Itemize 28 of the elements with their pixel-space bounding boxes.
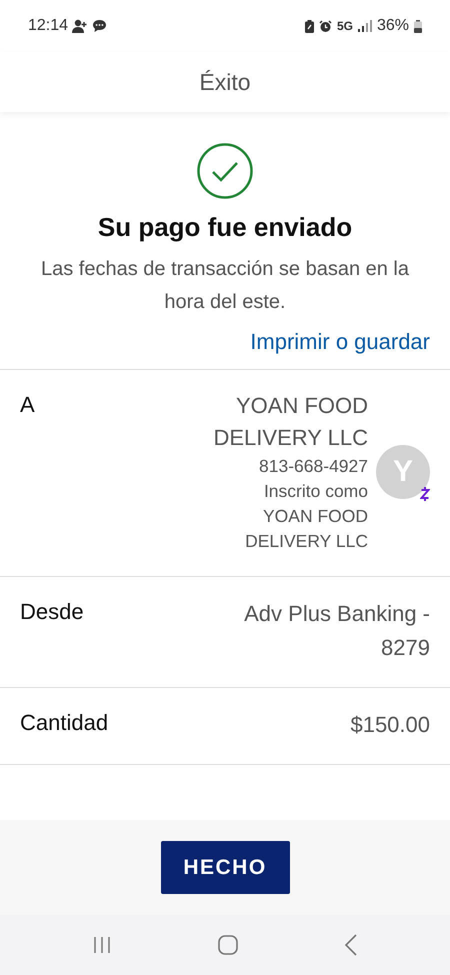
zelle-badge-icon: [420, 487, 430, 501]
page-title: Éxito: [199, 68, 251, 96]
battery-saver-icon: [304, 20, 314, 32]
recent-apps-icon[interactable]: [92, 936, 112, 954]
battery-percent: 36%: [376, 17, 409, 35]
print-save-link[interactable]: Imprimir o guardar: [250, 329, 430, 355]
recipient-phone: 813-668-4927: [259, 455, 368, 478]
detail-label: Desde: [20, 598, 84, 626]
detail-label: A: [20, 391, 35, 419]
detail-value: $150.00: [349, 711, 430, 739]
alarm-icon: [318, 20, 332, 32]
enrolled-name: YOAN FOOD DELIVERY LLC: [244, 505, 368, 553]
network-type: 5G: [336, 19, 353, 33]
success-check-icon: [196, 142, 254, 200]
recipient-name: YOAN FOOD DELIVERY LLC: [212, 392, 368, 452]
confirmation-title: Su pago fue enviado: [98, 212, 352, 243]
confirmation-message: Las fechas de transacción se basan en la hora del este.: [40, 257, 410, 315]
back-icon[interactable]: [344, 934, 358, 956]
signal-icon: [358, 20, 372, 32]
detail-value: Adv Plus Banking - 8279: [243, 600, 430, 662]
home-icon[interactable]: [216, 934, 239, 956]
battery-icon: [414, 20, 422, 32]
chat-icon: [92, 19, 108, 33]
done-button[interactable]: HECHO: [160, 841, 290, 894]
status-time: 12:14: [28, 17, 68, 35]
enrolled-label: Inscrito como: [264, 480, 368, 503]
person-add-icon: [72, 19, 88, 33]
detail-label: Cantidad: [20, 709, 108, 737]
